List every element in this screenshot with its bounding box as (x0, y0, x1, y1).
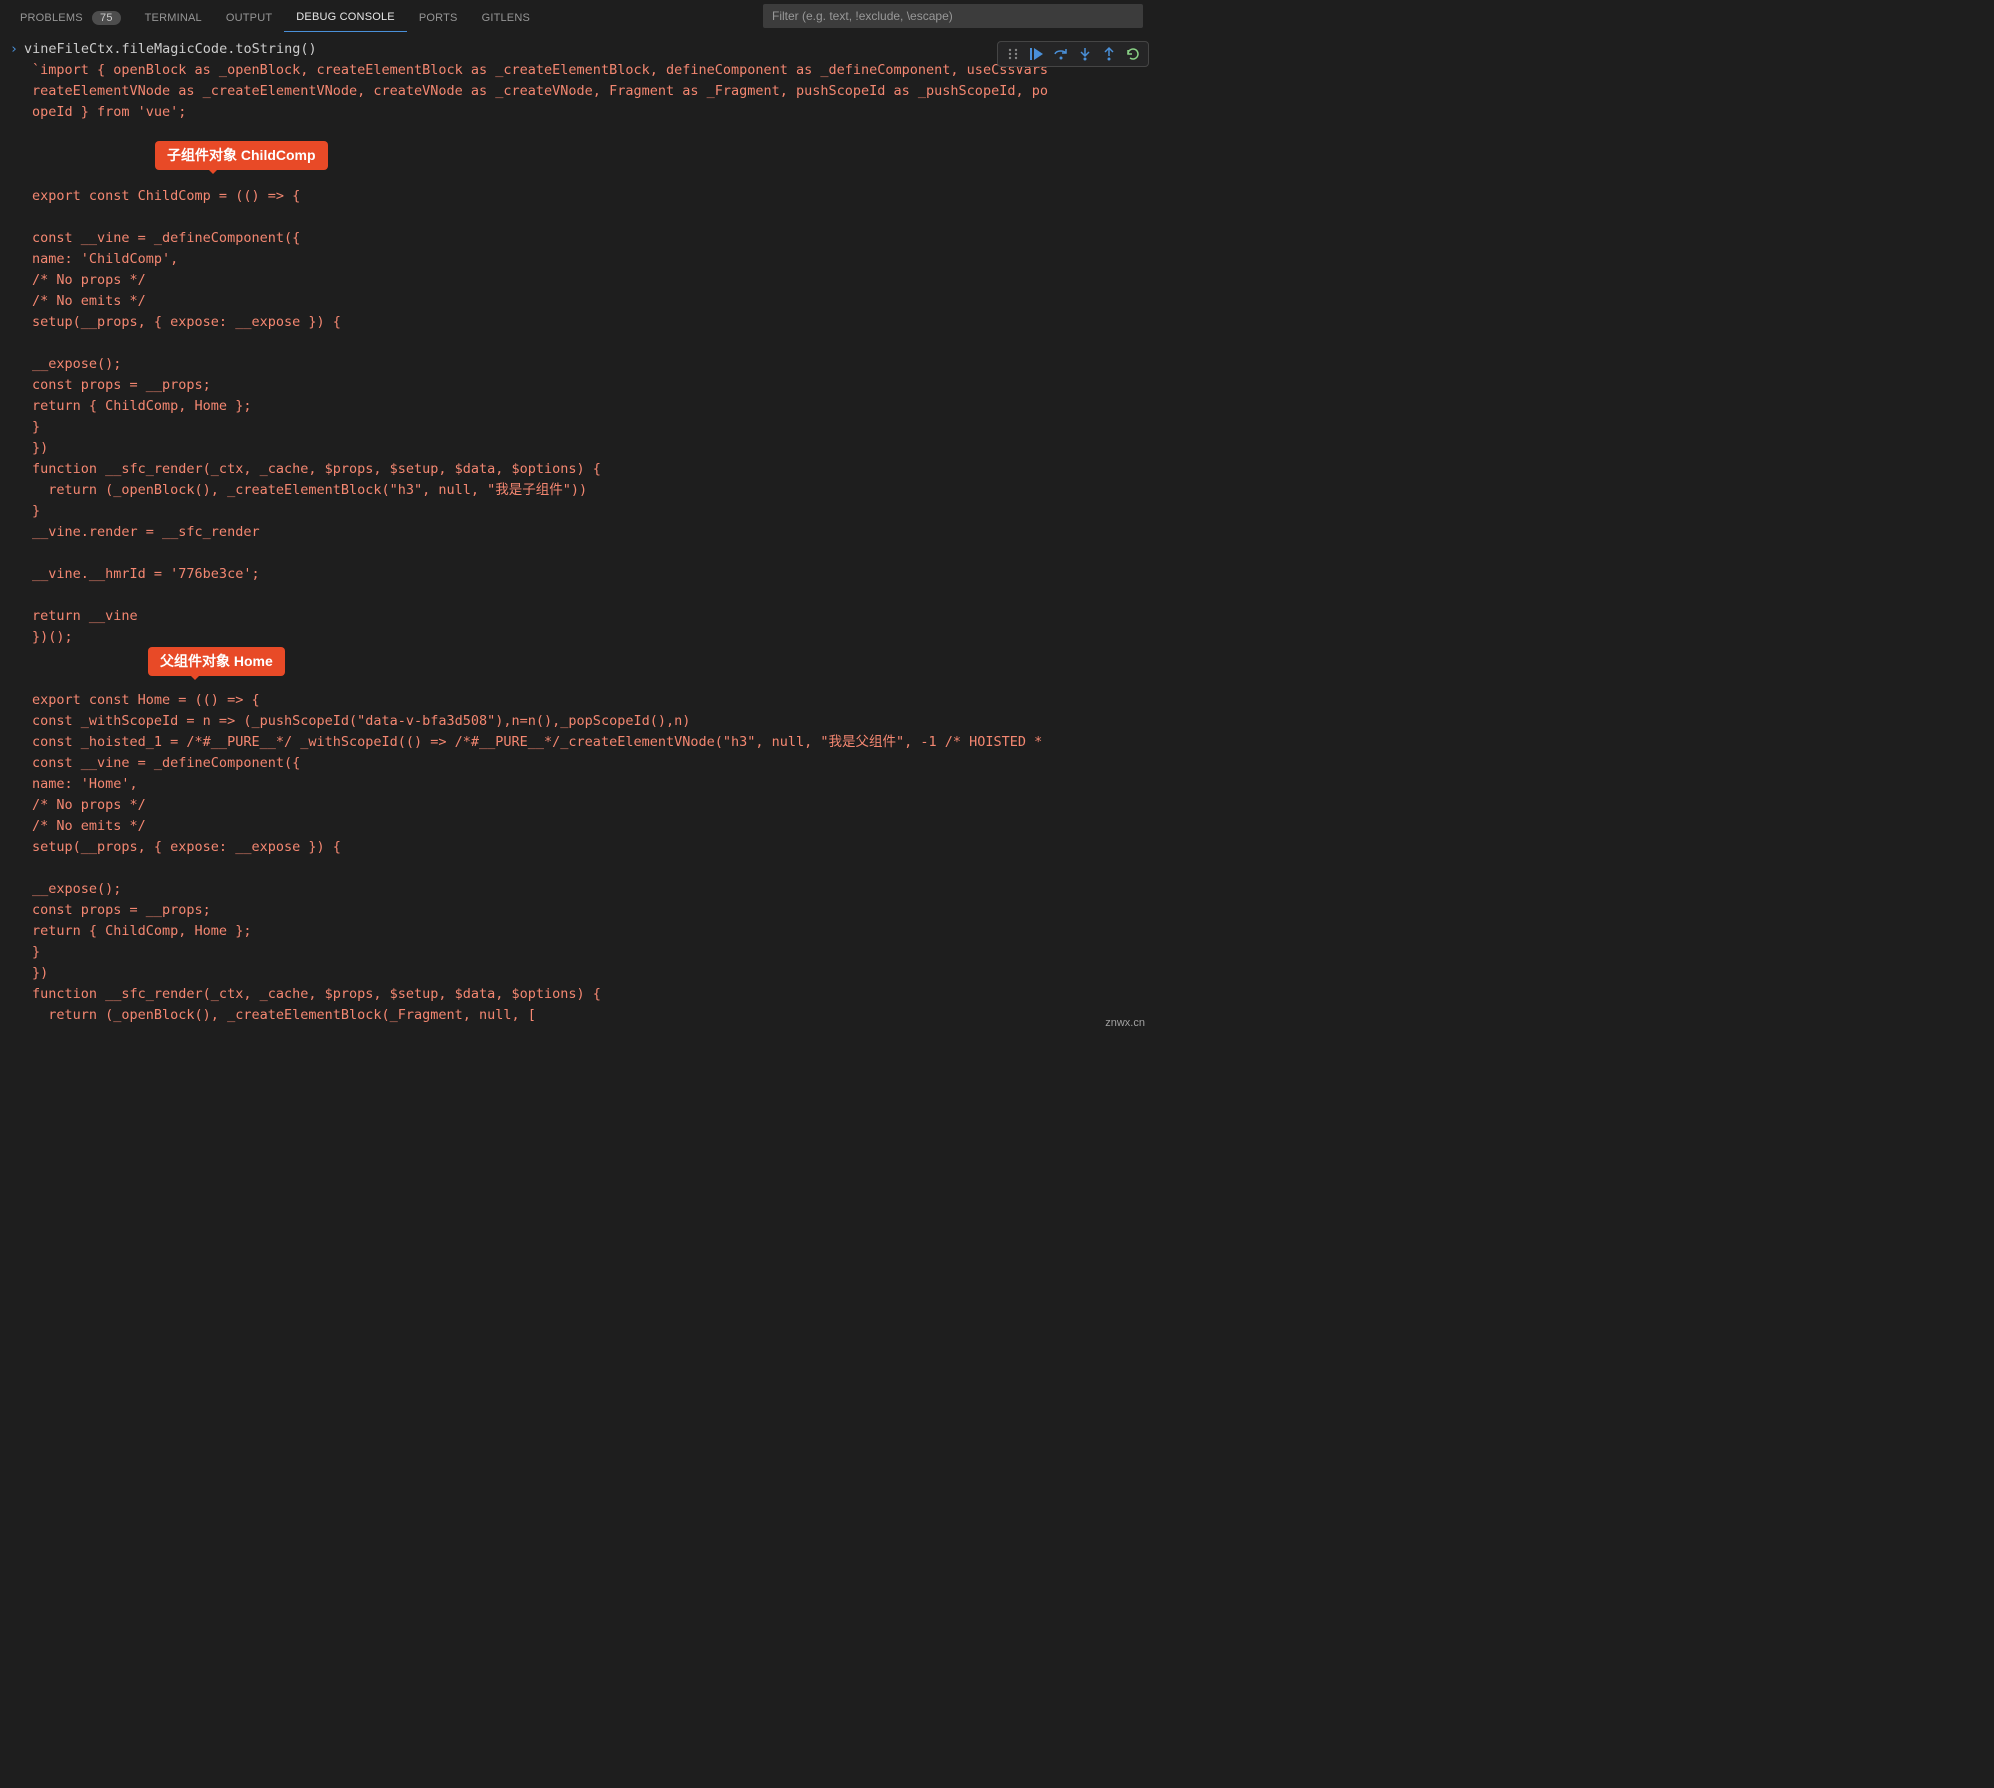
step-over-icon[interactable] (1052, 45, 1070, 63)
output-line: return (_openBlock(), _createElementBloc… (32, 480, 1155, 501)
tab-terminal[interactable]: TERMINAL (133, 4, 214, 32)
tab-ports[interactable]: PORTS (407, 4, 470, 32)
callout-childcomp: 子组件对象 ChildComp (155, 141, 328, 170)
output-line: const _hoisted_1 = /*#__PURE__*/ _withSc… (32, 732, 1155, 753)
output-line (32, 858, 1155, 879)
output-line: __vine.render = __sfc_render (32, 522, 1155, 543)
continue-icon[interactable] (1028, 45, 1046, 63)
output-line: __expose(); (32, 354, 1155, 375)
step-out-icon[interactable] (1100, 45, 1118, 63)
output-line (32, 585, 1155, 606)
output-line: __expose(); (32, 879, 1155, 900)
output-line: return { ChildComp, Home }; (32, 396, 1155, 417)
console-output: `import { openBlock as _openBlock, creat… (0, 60, 1155, 1026)
debug-toolbar (997, 41, 1149, 67)
restart-icon[interactable] (1124, 45, 1142, 63)
output-line: const props = __props; (32, 375, 1155, 396)
output-line: reateElementVNode as _createElementVNode… (32, 81, 1155, 102)
output-line (32, 207, 1155, 228)
prompt-arrow-icon: › (4, 39, 24, 60)
output-line: const __vine = _defineComponent({ (32, 753, 1155, 774)
output-line: /* No props */ (32, 795, 1155, 816)
output-line: })(); (32, 627, 1155, 648)
output-line: const __vine = _defineComponent({ (32, 228, 1155, 249)
output-line: `import { openBlock as _openBlock, creat… (32, 60, 1155, 81)
output-line: function __sfc_render(_ctx, _cache, $pro… (32, 984, 1155, 1005)
step-into-icon[interactable] (1076, 45, 1094, 63)
output-line: }) (32, 963, 1155, 984)
panel-tabs: PROBLEMS 75 TERMINAL OUTPUT DEBUG CONSOL… (8, 3, 542, 33)
console-body: › vineFileCtx.fileMagicCode.toString() `… (0, 35, 1155, 1026)
output-line: /* No props */ (32, 270, 1155, 291)
output-line: const props = __props; (32, 900, 1155, 921)
output-line (32, 333, 1155, 354)
output-line: return { ChildComp, Home }; (32, 921, 1155, 942)
tab-output[interactable]: OUTPUT (214, 4, 284, 32)
filter-input[interactable] (763, 4, 1143, 28)
filter-container (763, 4, 1143, 28)
output-line: opeId } from 'vue'; (32, 102, 1155, 123)
output-line: name: 'ChildComp', (32, 249, 1155, 270)
output-line: setup(__props, { expose: __expose }) { (32, 837, 1155, 858)
output-line: export const ChildComp = (() => { (32, 186, 1155, 207)
callout-home: 父组件对象 Home (148, 647, 285, 676)
output-line: const _withScopeId = n => (_pushScopeId(… (32, 711, 1155, 732)
output-line: __vine.__hmrId = '776be3ce'; (32, 564, 1155, 585)
output-line: return (_openBlock(), _createElementBloc… (32, 1005, 1155, 1026)
output-line: name: 'Home', (32, 774, 1155, 795)
tab-debug-console[interactable]: DEBUG CONSOLE (284, 3, 407, 32)
output-line: setup(__props, { expose: __expose }) { (32, 312, 1155, 333)
tab-gitlens[interactable]: GITLENS (470, 4, 542, 32)
output-line: export const Home = (() => { (32, 690, 1155, 711)
output-line: } (32, 942, 1155, 963)
output-line: }) (32, 438, 1155, 459)
output-line: /* No emits */ (32, 816, 1155, 837)
output-line: /* No emits */ (32, 291, 1155, 312)
tab-problems[interactable]: PROBLEMS 75 (8, 3, 133, 33)
output-line: function __sfc_render(_ctx, _cache, $pro… (32, 459, 1155, 480)
gripper-icon[interactable] (1004, 45, 1022, 63)
output-line: } (32, 417, 1155, 438)
problems-count-badge: 75 (92, 11, 121, 25)
watermark: znwx.cn (1105, 1017, 1145, 1029)
output-line (32, 543, 1155, 564)
prompt-row: › vineFileCtx.fileMagicCode.toString() (0, 39, 1155, 60)
output-line: } (32, 501, 1155, 522)
output-line: return __vine (32, 606, 1155, 627)
evaluated-expression: vineFileCtx.fileMagicCode.toString() (24, 39, 317, 60)
tab-problems-label: PROBLEMS (20, 12, 83, 24)
panel-header: PROBLEMS 75 TERMINAL OUTPUT DEBUG CONSOL… (0, 0, 1155, 35)
